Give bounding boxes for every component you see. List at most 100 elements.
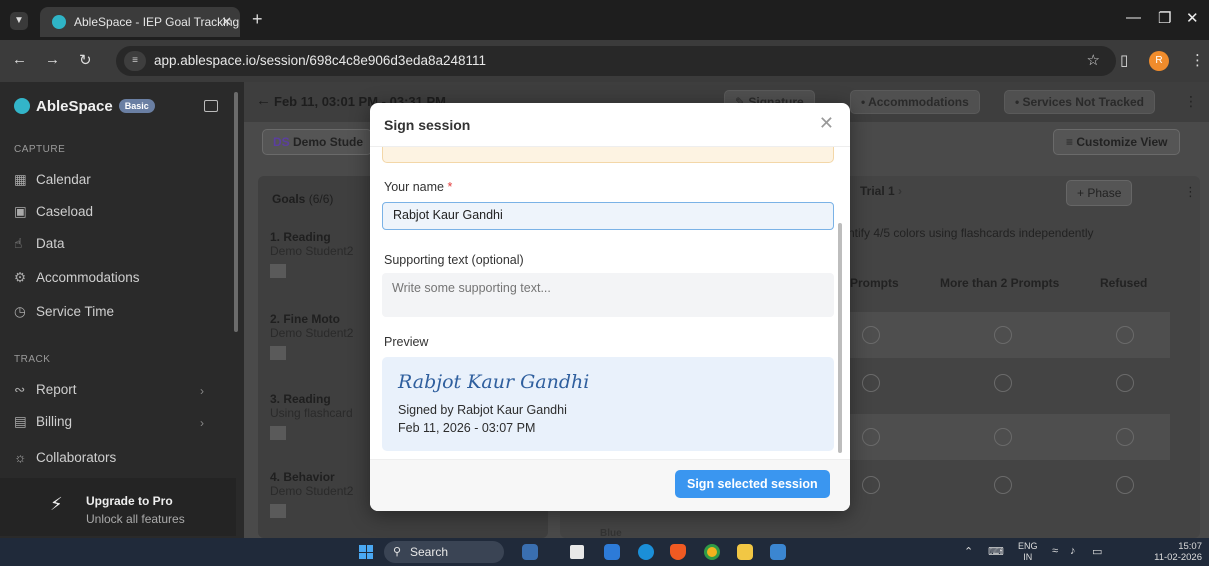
sidebar-item-data[interactable]: ☝ Data [14, 236, 65, 252]
goal-item[interactable]: 3. Reading Using flashcard [270, 392, 353, 443]
accommodations-label: Accommodations [868, 95, 969, 109]
services-not-tracked-button[interactable]: • Services Not Tracked [1004, 90, 1155, 114]
taskbar-search[interactable]: ⚲ Search [384, 541, 504, 563]
sidebar-item-calendar[interactable]: ▦ Calendar [14, 172, 91, 188]
tab-close-icon[interactable]: ✕ [221, 7, 232, 37]
student-chip[interactable]: DS Demo Stude [262, 129, 372, 155]
extensions-icon[interactable]: ▯ [1120, 51, 1128, 69]
region-code: IN [1023, 552, 1033, 562]
volume-icon[interactable]: ♪ [1070, 545, 1076, 557]
keyboard-icon[interactable]: ⌨ [988, 545, 1004, 558]
goal-description: ntify 4/5 colors using flashcards indepe… [848, 226, 1094, 240]
teams-icon[interactable] [604, 544, 620, 560]
signed-by-text: Signed by Rabjot Kaur Gandhi [398, 403, 567, 417]
response-radio[interactable] [862, 476, 880, 494]
reload-icon[interactable]: ↻ [79, 51, 92, 69]
sidebar-scrollbar[interactable] [234, 92, 238, 332]
modal-footer: Sign selected session [370, 459, 850, 511]
taskview-icon[interactable] [570, 545, 584, 559]
more-options-icon[interactable]: ⋮ [1184, 93, 1198, 110]
goal-item[interactable]: 4. Behavior Demo Student2 [270, 470, 353, 521]
goal-item[interactable]: 1. Reading Demo Student2 [270, 230, 353, 281]
edge-icon[interactable] [638, 544, 654, 560]
sidebar-item-accommodations[interactable]: ⚙ Accommodations [14, 270, 140, 286]
window-close-icon[interactable]: ✕ [1186, 9, 1199, 27]
modal-scrollbar[interactable] [838, 223, 842, 453]
response-radio[interactable] [862, 326, 880, 344]
forward-icon[interactable]: → [45, 51, 60, 68]
services-label: Services Not Tracked [1022, 95, 1144, 109]
name-input[interactable]: Rabjot Kaur Gandhi [382, 202, 834, 230]
response-radio[interactable] [994, 374, 1012, 392]
brand[interactable]: AbleSpace Basic [14, 98, 155, 115]
back-icon[interactable]: ← [12, 51, 27, 68]
sidebar-item-label: Accommodations [36, 270, 140, 285]
upgrade-subtitle: Unlock all features [86, 512, 185, 526]
student-initials: DS [273, 135, 290, 149]
accommodations-icon: ⚙ [14, 270, 27, 285]
column-header: Refused [1100, 276, 1148, 290]
response-radio[interactable] [994, 326, 1012, 344]
sidebar-item-collaborators[interactable]: ☼ Collaborators [14, 450, 116, 465]
plan-badge: Basic [118, 99, 155, 113]
student-name: Demo Stude [293, 135, 364, 149]
hourglass-icon [270, 426, 286, 440]
bookmark-star-icon[interactable]: ☆ [1087, 46, 1100, 76]
response-radio[interactable] [994, 476, 1012, 494]
windows-start-icon[interactable] [359, 545, 373, 559]
chrome-icon[interactable] [704, 544, 720, 560]
modal-close-icon[interactable]: ✕ [819, 113, 834, 134]
menu-dots-icon[interactable]: ⋮ [1190, 51, 1205, 69]
back-arrow-icon[interactable]: ← [256, 92, 271, 109]
add-phase-button[interactable]: + Phase [1066, 180, 1133, 206]
response-radio[interactable] [1116, 326, 1134, 344]
tray-chevron-icon[interactable]: ⌃ [964, 545, 973, 558]
browser-toolbar: ← → ↻ ≡ app.ablespace.io/session/698c4c8… [0, 40, 1209, 82]
trial-more-icon[interactable]: ⋮ [1184, 184, 1197, 200]
taskbar-app-icon[interactable] [522, 544, 538, 560]
minimize-icon[interactable]: — [1126, 9, 1141, 26]
sidebar-item-caseload[interactable]: ▣ Caseload [14, 204, 93, 220]
response-radio[interactable] [862, 374, 880, 392]
chevron-right-icon: › [200, 384, 204, 398]
customize-view-button[interactable]: ≡ Customize View [1053, 129, 1181, 155]
sidebar-collapse-icon[interactable] [204, 100, 218, 112]
wifi-icon[interactable]: ≈ [1052, 545, 1058, 557]
upgrade-banner[interactable]: ⚡ Upgrade to Pro Unlock all features [0, 478, 236, 536]
battery-icon[interactable]: ▭ [1092, 545, 1102, 558]
response-radio[interactable] [1116, 428, 1134, 446]
restore-icon[interactable]: ❐ [1158, 9, 1171, 27]
sign-selected-session-button[interactable]: Sign selected session [675, 470, 830, 498]
tab-list-chevron-icon[interactable]: ▼ [10, 12, 28, 30]
goal-item[interactable]: 2. Fine Moto Demo Student2 [270, 312, 353, 363]
accommodations-button[interactable]: • Accommodations [850, 90, 980, 114]
supporting-text-input[interactable] [382, 273, 834, 317]
new-tab-icon[interactable]: + [252, 9, 263, 30]
sidebar-item-label: Data [36, 236, 65, 251]
brave-icon[interactable] [670, 544, 686, 560]
tab-title: AbleSpace - IEP Goal Tracking / [74, 15, 240, 29]
report-chart-icon: ∾ [14, 382, 26, 397]
file-explorer-icon[interactable] [737, 544, 753, 560]
response-radio[interactable] [994, 428, 1012, 446]
sidebar-item-report[interactable]: ∾ Report [14, 382, 77, 398]
address-bar[interactable]: ≡ app.ablespace.io/session/698c4c8e906d3… [116, 46, 1116, 76]
response-radio[interactable] [862, 428, 880, 446]
browser-tab[interactable]: AbleSpace - IEP Goal Tracking / ✕ [40, 7, 240, 37]
response-radio[interactable] [1116, 374, 1134, 392]
goal-sub: Demo Student2 [270, 484, 354, 498]
sidebar: AbleSpace Basic CAPTURE ▦ Calendar ▣ Caselo… [0, 82, 244, 538]
site-info-icon[interactable]: ≡ [124, 51, 146, 71]
taskbar-app-icon[interactable] [770, 544, 786, 560]
sidebar-item-billing[interactable]: ▤ Billing [14, 414, 72, 430]
preview-label: Preview [384, 335, 429, 349]
profile-avatar[interactable]: R [1149, 51, 1169, 71]
trial-label[interactable]: Trial 1 › [860, 184, 902, 198]
sidebar-item-service-time[interactable]: ◷ Service Time [14, 304, 114, 320]
os-taskbar: ⚲ Search ⌃ ⌨ ENG IN ≈ ♪ ▭ 15:07 11-02-2026 [0, 538, 1209, 566]
system-clock[interactable]: 15:07 11-02-2026 [1136, 541, 1202, 563]
column-header: More than 2 Prompts [940, 276, 1060, 290]
response-radio[interactable] [1116, 476, 1134, 494]
language-indicator[interactable]: ENG IN [1018, 541, 1038, 563]
goals-title: Goals (6/6) [272, 192, 333, 206]
